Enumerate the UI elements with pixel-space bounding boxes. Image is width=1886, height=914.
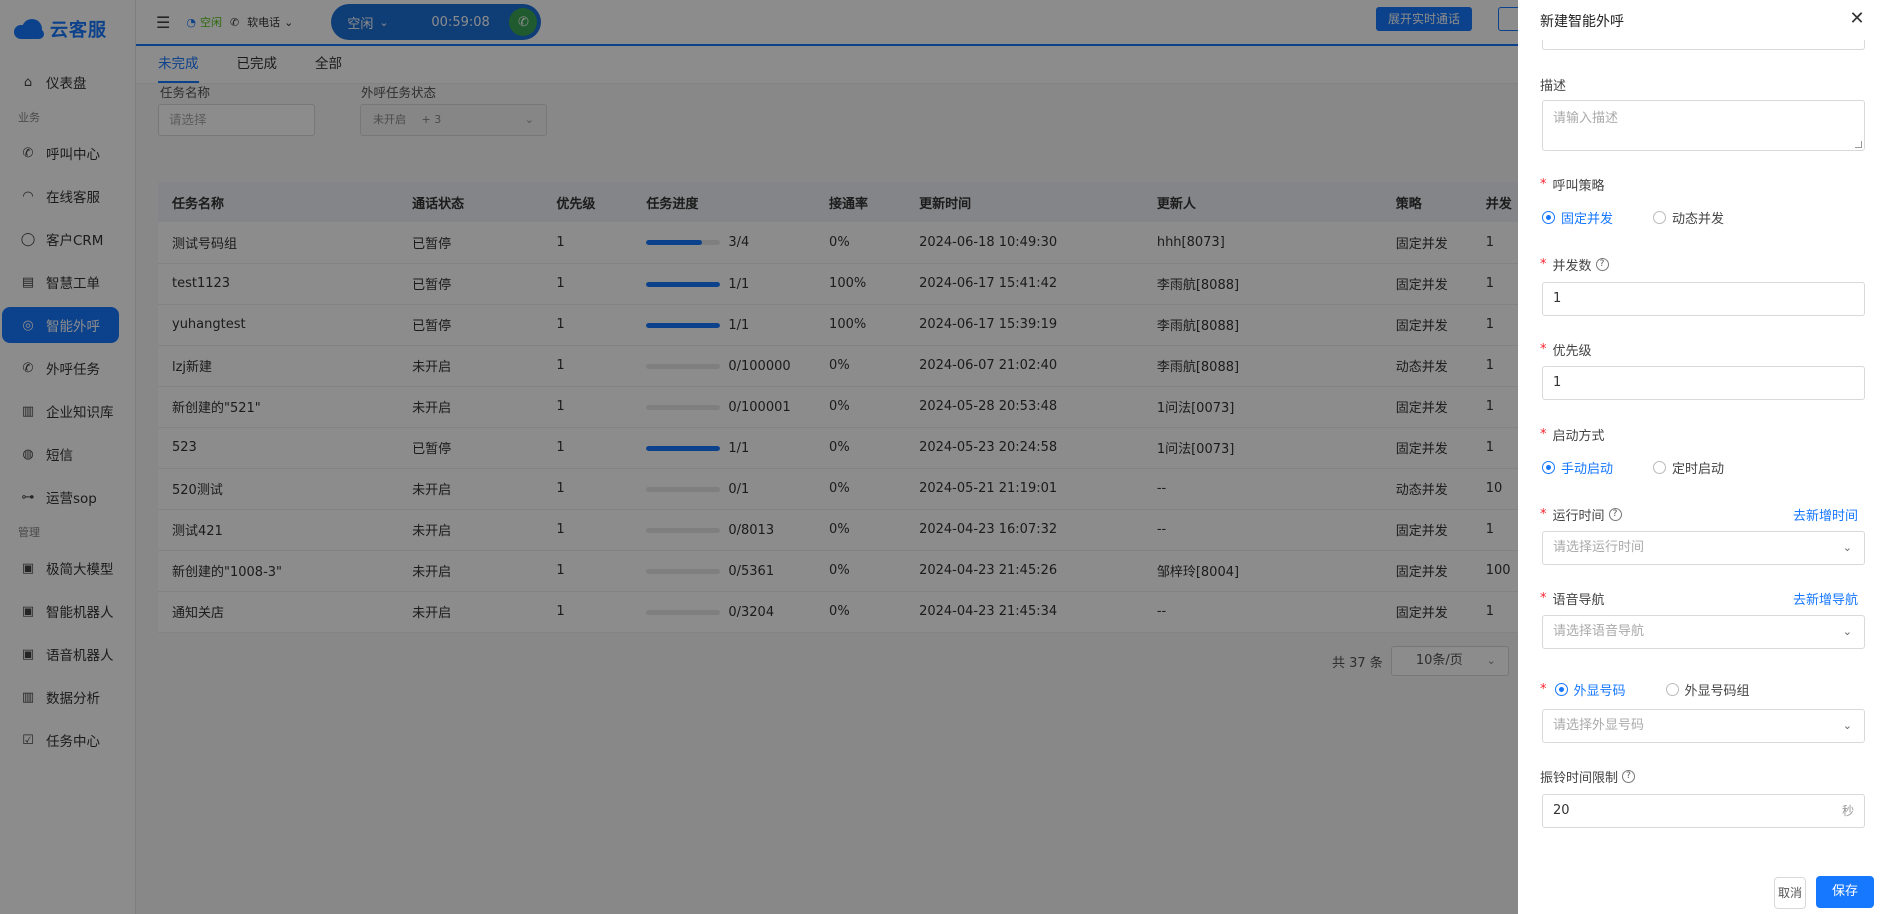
- previous-field-bottom: [1542, 40, 1865, 50]
- radio-dynamic-concurrency[interactable]: 动态并发: [1653, 208, 1724, 227]
- modal-overlay[interactable]: [0, 0, 1518, 914]
- ring-limit-label: 振铃时间限制?: [1540, 767, 1636, 786]
- chevron-down-icon: ⌄: [1842, 625, 1852, 638]
- new-outbound-drawer: 新建智能外呼 描述 请输入描述 * 呼叫策略 固定并发 动态并发 * 并发数? 1 …: [1518, 0, 1886, 914]
- ring-unit: 秒: [1841, 804, 1854, 818]
- help-icon[interactable]: ?: [1595, 258, 1609, 271]
- runtime-select[interactable]: 请选择运行时间 ⌄: [1542, 531, 1865, 565]
- strategy-label: * 呼叫策略: [1540, 177, 1605, 194]
- ivr-select[interactable]: 请选择语音导航 ⌄: [1542, 615, 1865, 649]
- drawer-title: 新建智能外呼: [1540, 14, 1624, 30]
- ring-limit-input[interactable]: 20 秒: [1542, 794, 1865, 828]
- add-runtime-link[interactable]: 去新增时间: [1793, 505, 1858, 524]
- radio-display-number[interactable]: 外显号码: [1554, 680, 1626, 699]
- close-icon[interactable]: ✕: [1848, 10, 1866, 28]
- radio-display-number-group[interactable]: 外显号码组: [1665, 680, 1750, 699]
- save-button[interactable]: 保存: [1816, 876, 1874, 908]
- strategy-radio-group: 固定并发 动态并发: [1542, 208, 1724, 227]
- runtime-label: * 运行时间?: [1540, 505, 1622, 524]
- concurrency-input[interactable]: 1: [1542, 282, 1865, 316]
- help-icon[interactable]: ?: [1608, 508, 1622, 521]
- description-label: 描述: [1540, 79, 1567, 94]
- display-number-select[interactable]: 请选择外显号码 ⌄: [1542, 709, 1865, 743]
- cancel-button[interactable]: 取消: [1774, 877, 1806, 909]
- add-ivr-link[interactable]: 去新增导航: [1793, 589, 1858, 608]
- concurrency-label: * 并发数?: [1540, 255, 1609, 274]
- priority-label: * 优先级: [1540, 342, 1592, 359]
- radio-scheduled-start[interactable]: 定时启动: [1653, 458, 1724, 477]
- ivr-label: * 语音导航: [1540, 591, 1605, 608]
- help-icon[interactable]: ?: [1622, 770, 1636, 783]
- chevron-down-icon: ⌄: [1842, 541, 1852, 554]
- start-mode-label: * 启动方式: [1540, 427, 1605, 444]
- radio-fixed-concurrency[interactable]: 固定并发: [1542, 208, 1613, 227]
- radio-manual-start[interactable]: 手动启动: [1542, 458, 1613, 477]
- description-textarea[interactable]: 请输入描述: [1542, 100, 1865, 151]
- start-mode-radio-group: 手动启动 定时启动: [1542, 458, 1724, 477]
- chevron-down-icon: ⌄: [1842, 719, 1852, 732]
- priority-input[interactable]: 1: [1542, 366, 1865, 400]
- display-number-radio-group: * 外显号码 外显号码组: [1540, 680, 1750, 699]
